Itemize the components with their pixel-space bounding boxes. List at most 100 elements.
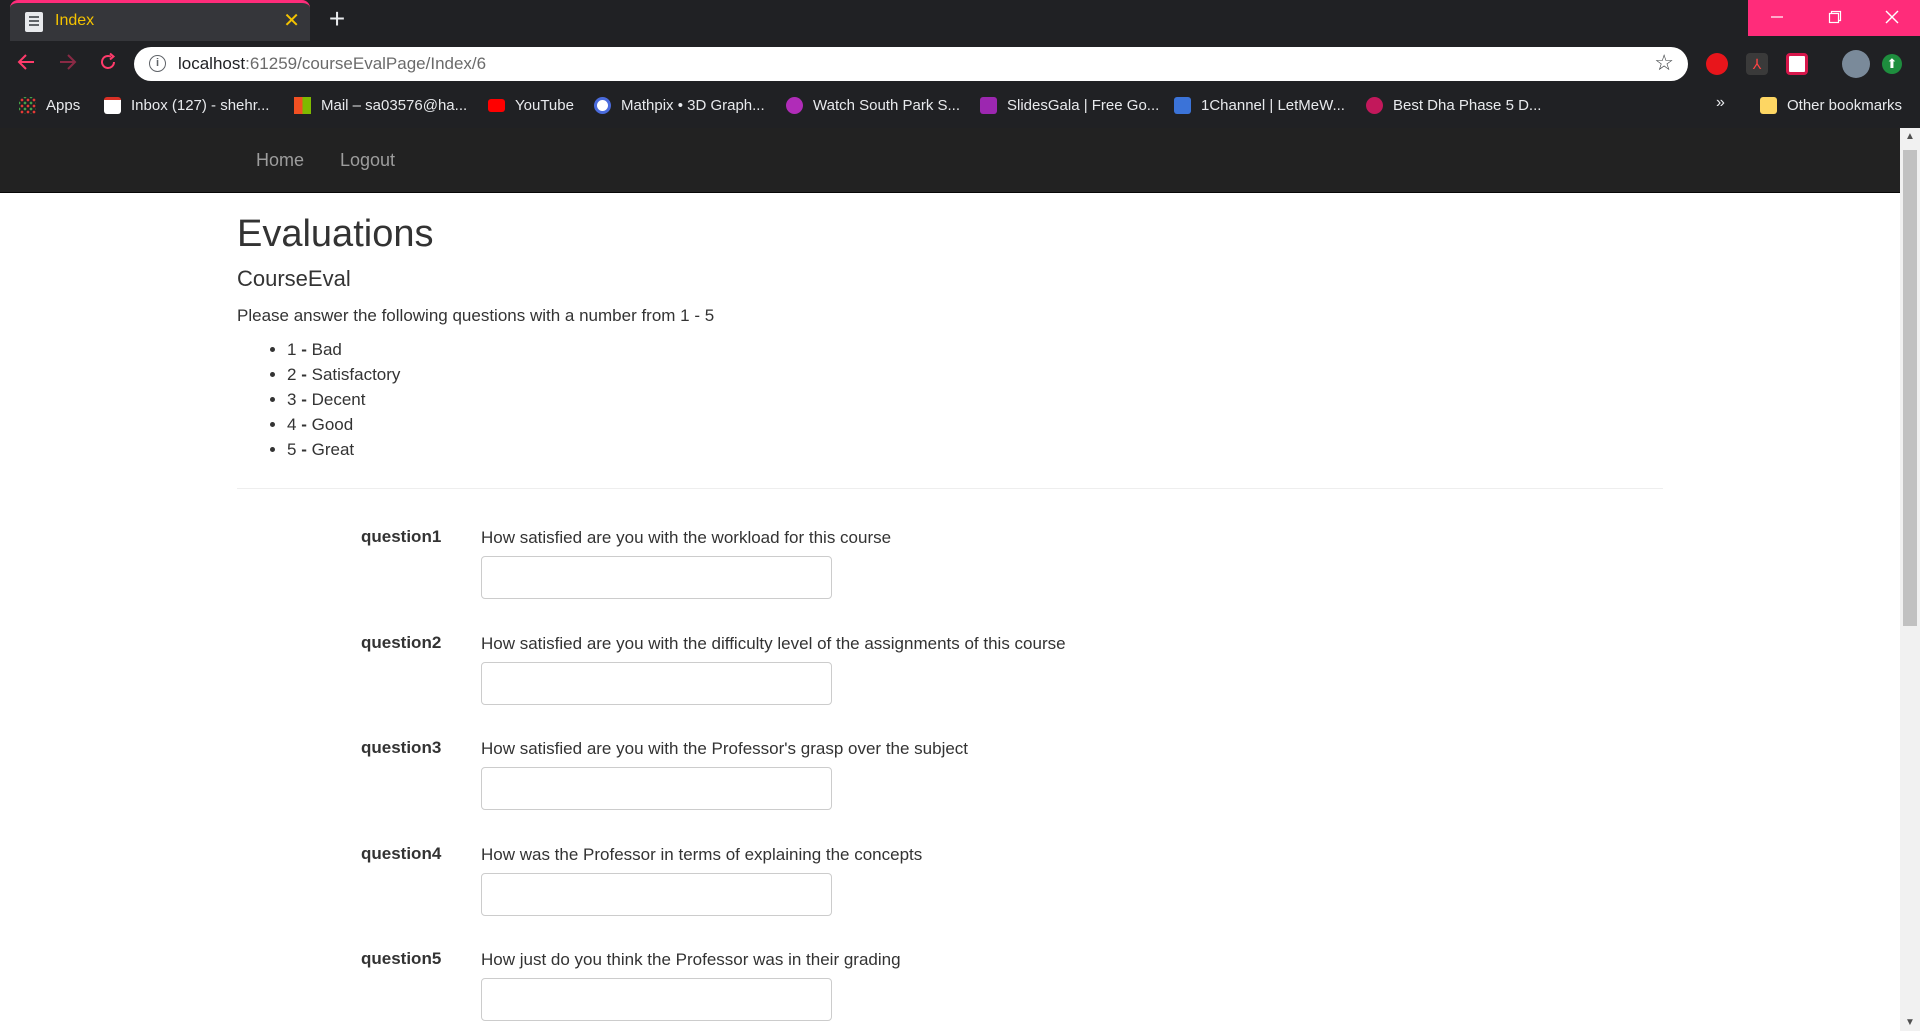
scale-text: Great	[311, 440, 355, 459]
film-icon	[1174, 96, 1191, 114]
bookmarks-bar: Apps Inbox (127) - shehr... Mail – sa035…	[0, 92, 1920, 120]
question-text: How satisfied are you with the difficult…	[481, 634, 1066, 653]
url-host: localhost	[178, 54, 246, 73]
profile-avatar[interactable]	[1842, 50, 1870, 78]
bookmark-label: SlidesGala | Free Go...	[1007, 96, 1160, 114]
minimize-button[interactable]	[1748, 0, 1806, 36]
bookmark-1channel[interactable]: 1Channel | LetMeW...	[1174, 92, 1345, 118]
instructions-text: Please answer the following questions wi…	[237, 306, 715, 325]
question-text: How was the Professor in terms of explai…	[481, 845, 923, 864]
folder-icon	[1760, 96, 1777, 114]
arrow-right-icon	[60, 54, 77, 70]
scroll-up-arrow-icon[interactable]: ▲	[1900, 128, 1920, 145]
question4-input[interactable]	[481, 873, 832, 916]
info-icon[interactable]: i	[149, 55, 166, 72]
url-text: localhost:61259/courseEvalPage/Index/6	[178, 54, 486, 74]
scale-item: 5 - Great	[287, 440, 400, 465]
extension-pocket-icon[interactable]	[1786, 53, 1808, 75]
scale-number: 1	[287, 340, 297, 359]
scale-number: 2	[287, 365, 297, 384]
tab-index[interactable]: Index ✕	[10, 0, 310, 41]
page-subtitle: CourseEval	[237, 266, 351, 291]
rating-scale-list: 1 - Bad 2 - Satisfactory 3 - Decent 4 - …	[287, 340, 400, 465]
page-icon	[25, 12, 43, 32]
scale-text: Decent	[311, 390, 366, 409]
reload-icon	[101, 52, 116, 69]
question5-input[interactable]	[481, 978, 832, 1021]
question3-input[interactable]	[481, 767, 832, 810]
tab-title: Index	[55, 12, 95, 29]
update-arrow-icon[interactable]: ⬆	[1882, 54, 1902, 74]
gmail-icon	[104, 96, 121, 114]
mathpix-icon	[594, 96, 611, 114]
site-navbar: Home Logout	[0, 128, 1900, 193]
bookmark-label: Other bookmarks	[1787, 96, 1903, 114]
bookmark-mathpix[interactable]: Mathpix • 3D Graph...	[594, 92, 765, 118]
bookmark-other[interactable]: Other bookmarks	[1760, 92, 1902, 118]
bookmark-label: Inbox (127) - shehr...	[131, 96, 270, 114]
play-icon	[786, 96, 803, 114]
bookmark-south-park[interactable]: Watch South Park S...	[786, 92, 960, 118]
url-path: :61259/courseEvalPage/Index/6	[245, 54, 487, 73]
forward-button[interactable]	[52, 51, 84, 79]
scrollbar-thumb[interactable]	[1903, 150, 1917, 626]
scale-item: 2 - Satisfactory	[287, 365, 400, 390]
question-text: How satisfied are you with the workload …	[481, 528, 892, 547]
page-scrollbar[interactable]: ▲ ▼	[1900, 128, 1920, 1031]
question-group-4: question4 How was the Professor in terms…	[237, 844, 1663, 944]
tab-close-icon[interactable]: ✕	[283, 9, 300, 33]
bookmark-label: Apps	[46, 96, 81, 114]
page-title: Evaluations	[237, 213, 434, 255]
scale-item: 4 - Good	[287, 415, 400, 440]
scale-number: 4	[287, 415, 297, 434]
reload-button[interactable]	[92, 51, 124, 79]
bookmark-label: Best Dha Phase 5 D...	[1393, 96, 1542, 114]
tab-strip: Index ✕ +	[0, 0, 1920, 41]
address-bar[interactable]: i localhost:61259/courseEvalPage/Index/6…	[134, 47, 1688, 81]
more-bookmarks-chevron[interactable]: »	[1716, 94, 1725, 112]
check-icon	[980, 96, 997, 114]
browser-chrome: Index ✕ + i localhost:61259/courseEvalPa…	[0, 0, 1920, 128]
bookmark-label: YouTube	[515, 96, 574, 114]
scale-number: 3	[287, 390, 297, 409]
nav-home-link[interactable]: Home	[256, 150, 304, 171]
scale-item: 3 - Decent	[287, 390, 400, 415]
bookmark-dha[interactable]: Best Dha Phase 5 D...	[1366, 92, 1541, 118]
scale-text: Bad	[311, 340, 342, 359]
bookmark-label: Mail – sa03576@ha...	[321, 96, 468, 114]
minimize-icon	[1771, 16, 1783, 18]
scale-text: Satisfactory	[311, 365, 401, 384]
question-label: question1	[361, 527, 442, 546]
youtube-icon	[488, 98, 505, 112]
bookmark-mail[interactable]: Mail – sa03576@ha...	[294, 92, 467, 118]
nav-logout-link[interactable]: Logout	[340, 150, 395, 171]
extension-pdf-icon[interactable]: ⅄	[1746, 53, 1768, 75]
bookmark-youtube[interactable]: YouTube	[488, 92, 574, 118]
bookmark-star-icon[interactable]: ☆	[1654, 50, 1674, 76]
bookmark-inbox[interactable]: Inbox (127) - shehr...	[104, 92, 269, 118]
restore-button[interactable]	[1806, 0, 1864, 36]
question-group-3: question3 How satisfied are you with the…	[237, 738, 1663, 838]
new-tab-button[interactable]: +	[322, 4, 352, 34]
question-label: question5	[361, 949, 442, 968]
bookmark-apps[interactable]: Apps	[19, 92, 80, 118]
scale-text: Good	[311, 415, 354, 434]
question2-input[interactable]	[481, 662, 832, 705]
question-label: question3	[361, 738, 442, 757]
scale-number: 5	[287, 440, 297, 459]
close-window-button[interactable]	[1864, 0, 1920, 36]
bookmark-slidesgala[interactable]: SlidesGala | Free Go...	[980, 92, 1159, 118]
panda-icon	[1366, 96, 1383, 114]
back-button[interactable]	[10, 51, 42, 79]
extension-stop-icon[interactable]	[1706, 53, 1728, 75]
question-text: How satisfied are you with the Professor…	[481, 739, 969, 758]
question-group-2: question2 How satisfied are you with the…	[237, 633, 1663, 733]
question1-input[interactable]	[481, 556, 832, 599]
question-group-5: question5 How just do you think the Prof…	[237, 949, 1663, 1031]
divider	[237, 488, 1663, 489]
question-label: question4	[361, 844, 442, 863]
bookmark-label: Watch South Park S...	[813, 96, 961, 114]
bookmark-label: 1Channel | LetMeW...	[1201, 96, 1345, 114]
scroll-down-arrow-icon[interactable]: ▼	[1900, 1014, 1920, 1031]
close-icon	[1885, 10, 1899, 24]
